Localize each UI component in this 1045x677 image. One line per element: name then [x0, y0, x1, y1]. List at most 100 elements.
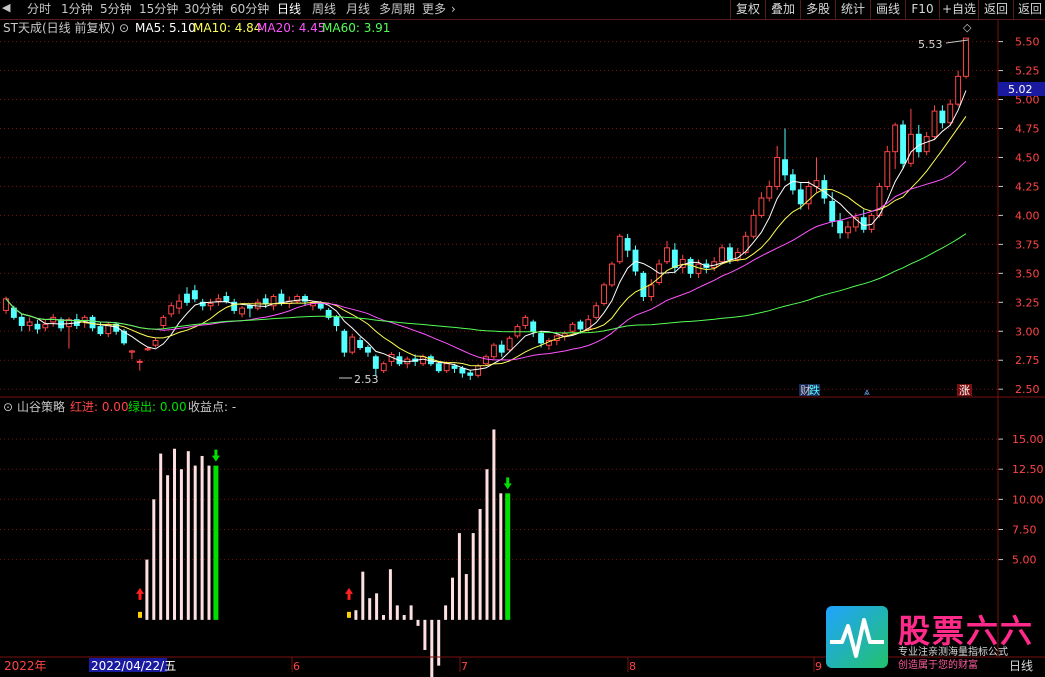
- candle-body: [608, 263, 615, 286]
- candle-body: [884, 151, 891, 187]
- candle-body: [341, 330, 348, 353]
- candle-body: [514, 326, 521, 337]
- signal-group-2-buy-arrow-icon: [345, 587, 353, 600]
- candle-body: [97, 326, 104, 335]
- period-label: 日线: [1009, 659, 1034, 673]
- signal-group-2-bar: [444, 605, 448, 620]
- candle-body: [837, 220, 844, 234]
- signal-group-2-bar: [395, 605, 399, 620]
- brand-logo-icon: [826, 606, 888, 668]
- candle-body: [939, 110, 946, 124]
- candle-body: [774, 156, 781, 187]
- candle-body: [475, 365, 482, 376]
- candle-body: [577, 321, 584, 330]
- signal-group-2-bar: [416, 619, 420, 626]
- candle-body: [687, 258, 694, 274]
- event-down-label: 跌: [809, 383, 820, 397]
- candle-body: [380, 363, 387, 372]
- current-price-label: 5.02: [1008, 83, 1033, 96]
- candle-body: [152, 340, 159, 346]
- price-tick-label: 4.50: [1015, 151, 1040, 164]
- candle-body: [829, 200, 836, 222]
- signal-group-1-bar: [193, 465, 197, 620]
- candle-body: [538, 333, 545, 344]
- candle-body: [333, 316, 340, 326]
- signal-group-2-bar: [382, 615, 385, 620]
- candle-body: [490, 344, 497, 358]
- low-price-label: 2.53: [354, 373, 379, 386]
- signal-group-1-bar: [200, 455, 204, 620]
- signal-group-1-bar: [173, 448, 176, 620]
- price-tick-label: 2.50: [1015, 383, 1040, 396]
- price-tick-label: 4.75: [1015, 122, 1040, 135]
- year-label: 2022年: [4, 659, 47, 673]
- signal-group-2-bar: [402, 615, 406, 620]
- signal-group-2-bar: [485, 469, 489, 620]
- signal-group-2-sell-arrow-icon: [503, 477, 512, 490]
- candle-body: [467, 372, 474, 376]
- price-tick-label: 4.00: [1015, 209, 1040, 222]
- chart-canvas[interactable]: 5.50 5.25 5.00 4.75 4.50 4.25 4.00 3.75 3.50 3.25…: [0, 0, 1045, 677]
- event-up-label: 涨: [959, 384, 970, 397]
- event-arrow-icon[interactable]: ⩓: [864, 387, 870, 398]
- candle-body: [34, 323, 41, 330]
- signal-group-2-bar: [464, 574, 468, 620]
- candle-body: [498, 344, 505, 353]
- signal-group-1-start-marker: [138, 611, 142, 618]
- candle-body: [349, 336, 356, 353]
- signal-group-1-buy-arrow-icon: [136, 587, 144, 600]
- candle-body: [601, 284, 607, 304]
- candle-body: [750, 214, 757, 237]
- price-tick-label: 2.75: [1015, 354, 1040, 367]
- ma60-line: [5, 233, 967, 334]
- signal-group-2-bar: [437, 619, 441, 666]
- candle-body: [632, 249, 639, 272]
- candle-body: [128, 350, 135, 353]
- candle-body: [719, 247, 726, 263]
- candle-body: [246, 305, 253, 309]
- signal-group-2-start-marker: [347, 611, 351, 618]
- candle-body: [136, 360, 143, 363]
- candle-body: [860, 217, 867, 230]
- candle-body: [907, 133, 914, 164]
- indicator-tick-label: 12.50: [1012, 463, 1044, 476]
- candle-body: [648, 284, 655, 298]
- month-label-8: 8: [629, 660, 636, 673]
- candle-body: [726, 247, 733, 260]
- candle-body: [664, 247, 670, 263]
- signal-group-2-bar: [354, 610, 358, 620]
- candle-body: [671, 249, 678, 269]
- diamond-icon[interactable]: ◇: [963, 21, 972, 34]
- candle-body: [144, 348, 151, 351]
- candle-body: [506, 337, 513, 351]
- indicator-bars: [136, 429, 512, 677]
- signal-group-2-bar: [375, 593, 379, 620]
- candle-body: [640, 272, 647, 298]
- candle-body: [593, 305, 600, 318]
- indicator-tick-label: 10.00: [1012, 493, 1044, 506]
- signal-group-2-bar: [471, 533, 475, 620]
- candle-body: [955, 75, 962, 105]
- candle-body: [372, 356, 379, 369]
- high-annotation: 5.53: [918, 38, 969, 51]
- signal-group-1-bar: [186, 451, 190, 620]
- signal-group-1-sell-arrow-icon: [211, 449, 220, 462]
- signal-group-1-bar: [207, 465, 211, 620]
- candle-body: [947, 103, 954, 124]
- brand-watermark: 股票六六 专业注亲测海量指标公式 创造属于您的财富 日线: [826, 606, 1045, 673]
- ma10-line: [5, 116, 967, 367]
- candle-body: [451, 365, 458, 369]
- candle-body: [317, 302, 324, 309]
- candle-body: [168, 305, 175, 315]
- ma5-line: [5, 90, 967, 371]
- high-price-label: 5.53: [918, 38, 943, 51]
- price-tick-label: 5.25: [1015, 65, 1040, 78]
- candle-body: [89, 316, 96, 329]
- candle-body: [357, 340, 364, 348]
- signal-group-2-bar: [423, 619, 427, 650]
- signal-group-1-bar: [166, 475, 170, 620]
- candle-body: [215, 298, 222, 302]
- price-tick-label: 5.50: [1015, 36, 1040, 49]
- signal-group-1-bar: [152, 499, 156, 620]
- candle-body: [530, 321, 537, 332]
